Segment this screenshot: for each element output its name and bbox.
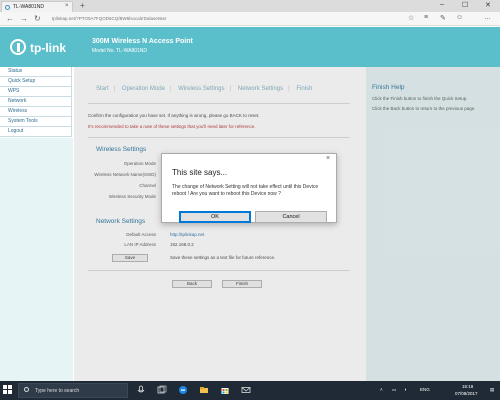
language-indicator[interactable]: ENG — [420, 387, 430, 392]
sidebar-item-logout[interactable]: Logout — [0, 127, 72, 137]
sidebar-background — [0, 138, 73, 381]
refresh-icon[interactable]: ↻ — [34, 14, 41, 23]
confirm-dialog: × This site says... The change of Networ… — [161, 153, 337, 223]
browser-tab[interactable]: TL-WA801ND × — [1, 1, 73, 12]
tab-close-icon[interactable]: × — [65, 3, 69, 9]
windows-start-icon[interactable] — [3, 385, 13, 395]
forward-arrow-icon[interactable]: → — [20, 14, 28, 23]
web-note-icon[interactable]: ✎ — [440, 14, 446, 22]
volume-tray-icon[interactable]: ◖ — [404, 387, 407, 392]
dialog-message: The change of Network Setting will not t… — [172, 184, 319, 197]
address-bar: ← → ↻ tplinkap.net/?PTO0A7FQOD6CQ/BW6lso… — [0, 12, 500, 26]
page-header: tp-link 300M Wireless N Access Point Mod… — [0, 27, 500, 67]
network-tray-icon[interactable]: ▭ — [392, 387, 396, 393]
sidebar-item-quick-setup[interactable]: Quick Setup — [0, 77, 72, 87]
tray-date[interactable]: 07/08/2017 — [455, 391, 478, 396]
task-view-icon[interactable] — [157, 385, 167, 395]
product-title: 300M Wireless N Access Point — [92, 38, 193, 45]
sidebar: Status Quick Setup WPS Network Wireless … — [0, 67, 74, 381]
window-close-icon[interactable]: ✕ — [485, 1, 491, 9]
sidebar-item-wireless[interactable]: Wireless — [0, 107, 72, 117]
tab-title: TL-WA801ND — [13, 4, 44, 10]
more-icon[interactable]: … — [484, 14, 491, 21]
dialog-title: This site says... — [172, 168, 228, 177]
taskbar: Type here to search ˄ ▭ ◖ ENG 16:18 07/0… — [0, 381, 500, 400]
back-arrow-icon[interactable]: ← — [6, 14, 14, 23]
edge-browser-icon[interactable] — [178, 385, 188, 395]
taskbar-search-box[interactable]: Type here to search — [18, 383, 128, 398]
modal-overlay — [74, 67, 500, 381]
minimize-icon[interactable]: – — [440, 1, 444, 8]
search-icon — [24, 387, 29, 392]
tray-time[interactable]: 16:18 — [462, 384, 473, 389]
tp-link-logo: tp-link — [10, 39, 80, 57]
sidebar-item-network[interactable]: Network — [0, 97, 72, 107]
dialog-close-icon[interactable]: × — [326, 155, 330, 162]
browser-tabbar: TL-WA801ND × + – ☐ ✕ — [0, 0, 500, 12]
notification-icon[interactable]: ▤ — [490, 387, 494, 393]
tray-chevron-up-icon[interactable]: ˄ — [380, 387, 383, 392]
brand-name: tp-link — [30, 41, 66, 55]
ok-button[interactable]: OK — [179, 211, 251, 223]
sidebar-item-system-tools[interactable]: System Tools — [0, 117, 72, 127]
hub-icon[interactable]: ≡ — [424, 14, 428, 21]
taskbar-search-placeholder: Type here to search — [35, 388, 80, 394]
share-icon[interactable]: ☺ — [456, 14, 463, 21]
model-number: Model No. TL-WA801ND — [92, 48, 148, 54]
maximize-icon[interactable]: ☐ — [462, 1, 468, 9]
store-icon[interactable] — [220, 385, 230, 395]
microphone-icon[interactable] — [136, 385, 146, 395]
mail-icon[interactable] — [241, 385, 251, 395]
new-tab-icon[interactable]: + — [80, 1, 85, 10]
cancel-button[interactable]: Cancel — [255, 211, 327, 223]
url-field[interactable]: tplinkap.net/?PTO0A7FQOD6CQ/BW6lsocalrrD… — [52, 15, 352, 23]
sidebar-item-wps[interactable]: WPS — [0, 87, 72, 97]
tp-link-logo-icon — [10, 39, 26, 55]
file-explorer-icon[interactable] — [199, 385, 209, 395]
favorite-star-icon[interactable]: ☆ — [408, 14, 414, 22]
tab-favicon-icon — [5, 5, 10, 10]
sidebar-item-status[interactable]: Status — [0, 67, 72, 77]
